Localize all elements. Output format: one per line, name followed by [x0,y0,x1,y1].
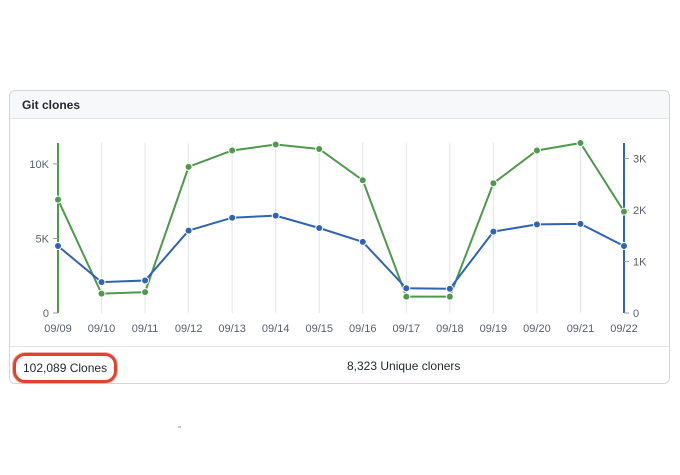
right-axis-tick-label: 1K [633,256,647,268]
left-y-axis: 0 5K 10K [29,143,59,320]
panel-header: Git clones [10,91,669,119]
x-tick-label: 09/13 [218,323,246,335]
git-clones-panel: Git clones 0 5K 10K 0 1K 2K 3K 09/09 09/10 09/1… [9,90,670,384]
unique-cloners-point [54,242,62,251]
right-axis-tick-label: 0 [633,308,639,320]
clones-point [620,207,628,216]
clones-point [54,195,62,204]
unique-cloners-point [402,284,411,293]
x-axis: 09/09 09/10 09/11 09/12 09/13 09/14 09/15 09/16… [44,323,638,335]
right-y-axis: 0 1K 2K 3K [623,143,647,320]
clones-point [532,146,541,155]
clones-line [57,142,625,298]
unique-cloners-point [576,219,585,228]
clones-point [141,288,150,297]
clones-point [576,139,585,147]
left-axis-tick-label: 0 [43,308,49,320]
x-tick-label: 09/20 [523,323,551,335]
unique-cloners-point [97,278,106,287]
unique-cloners-point [315,224,324,232]
unique-cloners-point [445,284,454,293]
stray-mark [178,426,181,428]
clones-point [489,179,498,188]
x-tick-label: 09/12 [175,323,203,335]
x-tick-label: 09/21 [567,323,595,335]
clones-point [184,162,193,171]
unique-cloners-point [358,237,367,246]
chart-footer: 102,089 Clones 8,323 Unique cloners [10,346,669,384]
right-axis-tick-label: 2K [633,205,647,217]
clones-total: 102,089 Clones [13,353,118,383]
unique-cloners-point [228,213,237,222]
right-axis-tick-label: 3K [633,153,647,165]
left-axis-tick-label: 10K [29,159,49,171]
series-layer [54,139,628,301]
x-tick-label: 09/22 [610,323,638,335]
unique-cloners-point [489,227,498,236]
clones-point [271,140,280,149]
git-clones-chart: 0 5K 10K 0 1K 2K 3K 09/09 09/10 09/11 09/12 09/13… [29,139,647,335]
x-tick-label: 09/14 [262,323,290,335]
clones-point [228,146,237,155]
x-tick-label: 09/09 [44,323,72,335]
unique-cloners-point [620,242,628,251]
x-tick-label: 09/16 [349,323,377,335]
clones-point [358,176,367,185]
x-tick-label: 09/10 [88,323,116,335]
x-tick-label: 09/11 [132,323,159,335]
unique-cloners-point [184,226,193,235]
panel-title: Git clones [22,98,81,112]
unique-cloners-point [271,211,280,220]
clones-point [97,289,106,298]
x-tick-label: 09/18 [436,323,464,335]
grid [57,143,625,313]
clones-point [402,292,411,301]
x-tick-label: 09/19 [480,323,508,335]
left-axis-tick-label: 5K [36,233,50,245]
unique-cloners-point [532,220,541,229]
unique-cloners-total: 8,323 Unique cloners [347,359,461,373]
clones-point [445,292,454,301]
x-tick-label: 09/15 [305,323,333,335]
x-tick-label: 09/17 [393,323,421,335]
unique-cloners-point [141,276,150,285]
clones-point [315,144,324,153]
